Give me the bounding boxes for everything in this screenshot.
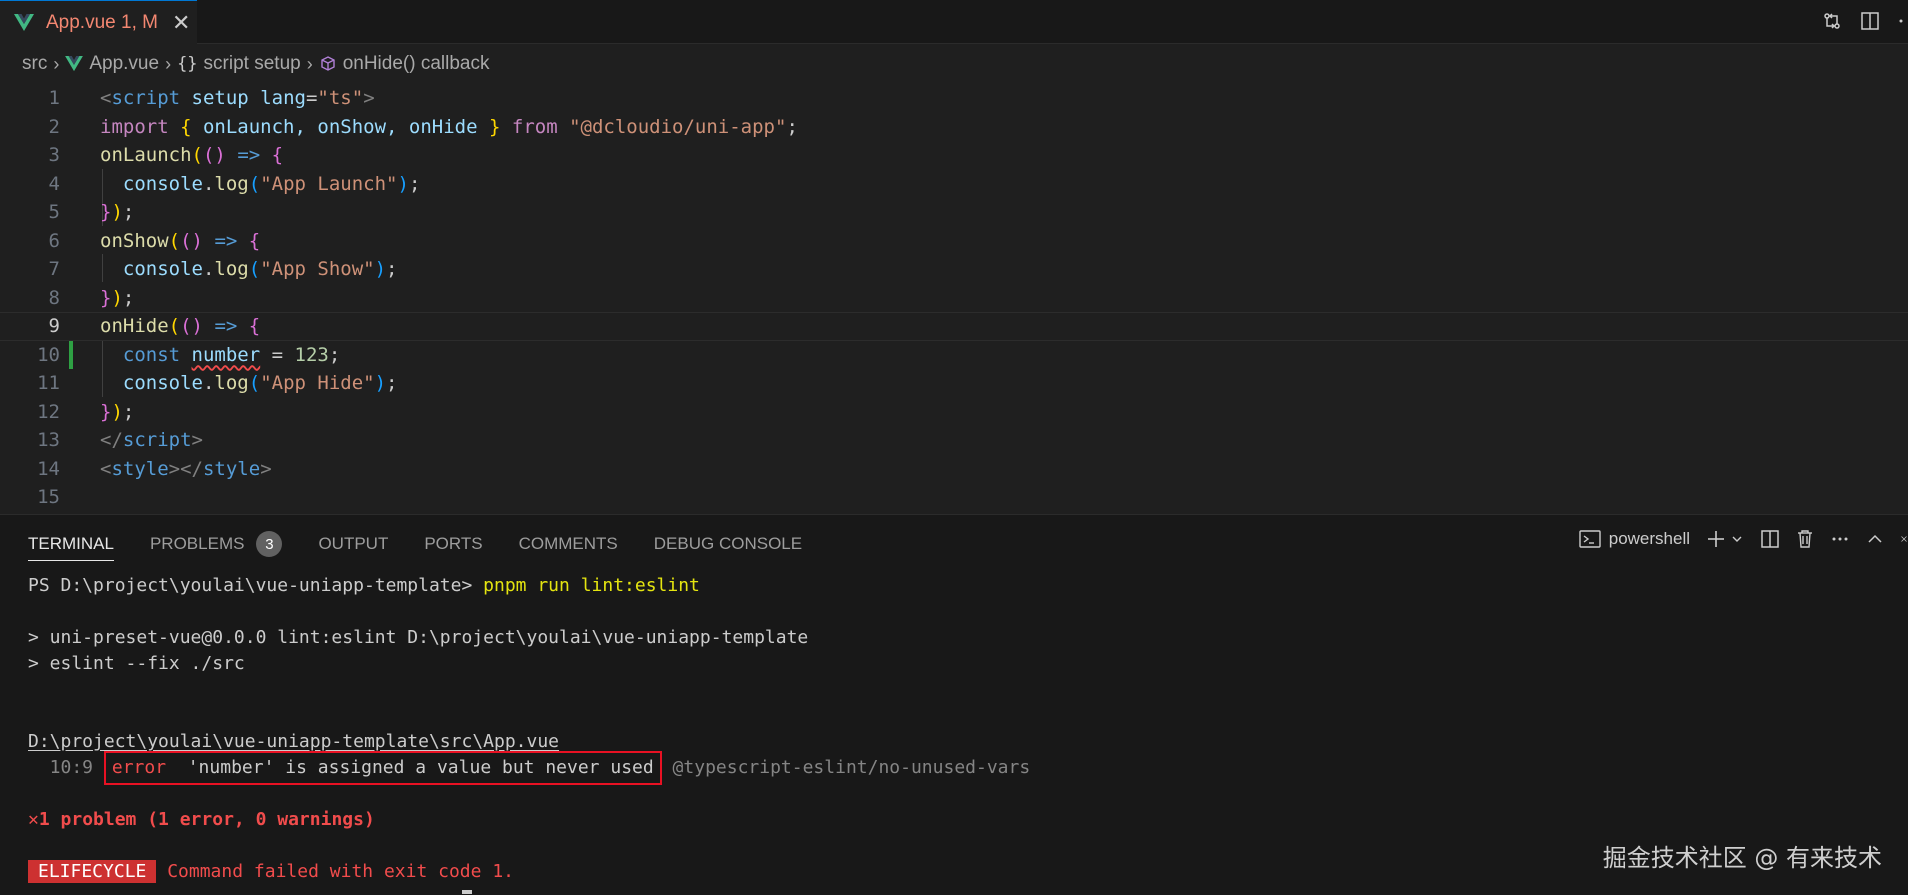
terminal-line: > eslint --fix ./src <box>28 653 245 674</box>
code-line: 13 </script> <box>37 429 203 452</box>
breadcrumb-onhide-callback[interactable]: onHide() callback <box>319 53 490 75</box>
split-terminal-button[interactable] <box>1760 529 1780 549</box>
code-line: 8 }); <box>48 286 135 309</box>
more-actions-icon[interactable] <box>1830 529 1850 549</box>
terminal-prompt-line: PS D:\project\youlai\vue-uniapp-template… <box>28 575 700 596</box>
tab-title: App.vue 1, M <box>46 11 158 33</box>
terminal-summary-line: ✕1 problem (1 error, 0 warnings) <box>28 809 375 830</box>
code-line: 1 <script setup lang="ts"> <box>48 87 375 110</box>
code-line: 10 const number = 123; <box>0 340 1908 370</box>
editor-actions <box>1820 8 1908 34</box>
code-editor[interactable]: 1 <script setup lang="ts"> 2 import { on… <box>0 84 1908 514</box>
modified-line-indicator <box>69 340 73 369</box>
vue-file-icon <box>65 56 84 72</box>
unused-variable-error: number <box>191 343 261 366</box>
tab-comments[interactable]: COMMENTS <box>519 515 618 573</box>
highlighted-error-box: error 'number' is assigned a value but n… <box>103 751 662 785</box>
new-terminal-button[interactable] <box>1706 529 1744 549</box>
elifecycle-badge: ELIFECYCLE <box>28 860 157 883</box>
close-icon <box>1901 536 1907 542</box>
chevron-right-icon: › <box>165 53 172 74</box>
breadcrumb: src › App.vue › {} script setup › onHide… <box>0 44 1908 84</box>
tab-problems[interactable]: PROBLEMS 3 <box>150 515 283 573</box>
chevron-right-icon: › <box>53 53 60 74</box>
terminal-icon <box>1579 530 1601 548</box>
terminal-lint-error-line: 10:9 error 'number' is assigned a value … <box>28 751 1030 787</box>
code-line: 14 <style></style> <box>37 457 272 480</box>
tab-output[interactable]: OUTPUT <box>318 515 388 573</box>
panel-actions: powershell <box>1579 529 1908 549</box>
breadcrumb-app-vue[interactable]: App.vue <box>65 53 159 75</box>
editor-tab-bar: App.vue 1, M ✕ <box>0 0 1908 44</box>
vue-file-icon <box>14 13 34 31</box>
tab-ports[interactable]: PORTS <box>424 515 482 573</box>
more-actions-icon[interactable] <box>1896 8 1906 34</box>
code-line: 15 <box>37 486 60 509</box>
code-line: 7 console.log("App Show"); <box>48 258 398 281</box>
code-line: 12 }); <box>37 400 135 423</box>
split-editor-icon[interactable] <box>1858 8 1882 34</box>
chevron-down-icon <box>1732 536 1742 542</box>
watermark: 掘金技术社区 @ 有来技术 <box>1602 844 1882 872</box>
split-icon <box>1761 530 1779 548</box>
tab-terminal[interactable]: TERMINAL <box>28 515 114 573</box>
tab-debug-console[interactable]: DEBUG CONSOLE <box>654 515 802 573</box>
close-panel-button[interactable] <box>1900 531 1908 547</box>
trash-icon <box>1798 530 1812 548</box>
braces-icon: {} <box>177 54 198 74</box>
terminal-cursor <box>462 890 472 894</box>
code-line: 3 onLaunch(() => { <box>48 144 284 167</box>
error-x-icon: ✕ <box>28 809 39 830</box>
breadcrumb-script-setup[interactable]: {} script setup <box>177 53 301 75</box>
code-line: 4 console.log("App Launch"); <box>48 172 421 195</box>
chevron-up-icon <box>1868 534 1882 543</box>
terminal-elifecycle-line: ELIFECYCLE Command failed with exit code… <box>28 859 514 885</box>
code-line: 11 console.log("App Hide"); <box>37 372 398 395</box>
open-changes-icon[interactable] <box>1820 8 1844 34</box>
maximize-panel-button[interactable] <box>1866 530 1884 548</box>
code-line-current: 9 onHide(() => { <box>0 312 1908 341</box>
code-line: 6 onShow(() => { <box>48 229 261 252</box>
panel-tabs: TERMINAL PROBLEMS 3 OUTPUT PORTS COMMENTS… <box>0 515 802 573</box>
plus-icon <box>1708 531 1724 547</box>
code-line: 5 }); <box>48 201 135 224</box>
terminal-shell-selector[interactable]: powershell <box>1579 529 1690 549</box>
chevron-right-icon: › <box>306 53 313 74</box>
kill-terminal-button[interactable] <box>1796 529 1814 549</box>
close-icon[interactable]: ✕ <box>172 11 190 34</box>
breadcrumb-src[interactable]: src <box>22 53 47 75</box>
problems-count-badge: 3 <box>256 531 283 557</box>
method-cube-icon <box>321 56 335 71</box>
tab-app-vue[interactable]: App.vue 1, M ✕ <box>0 0 197 44</box>
code-line: 2 import { onLaunch, onShow, onHide } fr… <box>48 115 798 138</box>
terminal-line: > uni-preset-vue@0.0.0 lint:eslint D:\pr… <box>28 627 809 648</box>
